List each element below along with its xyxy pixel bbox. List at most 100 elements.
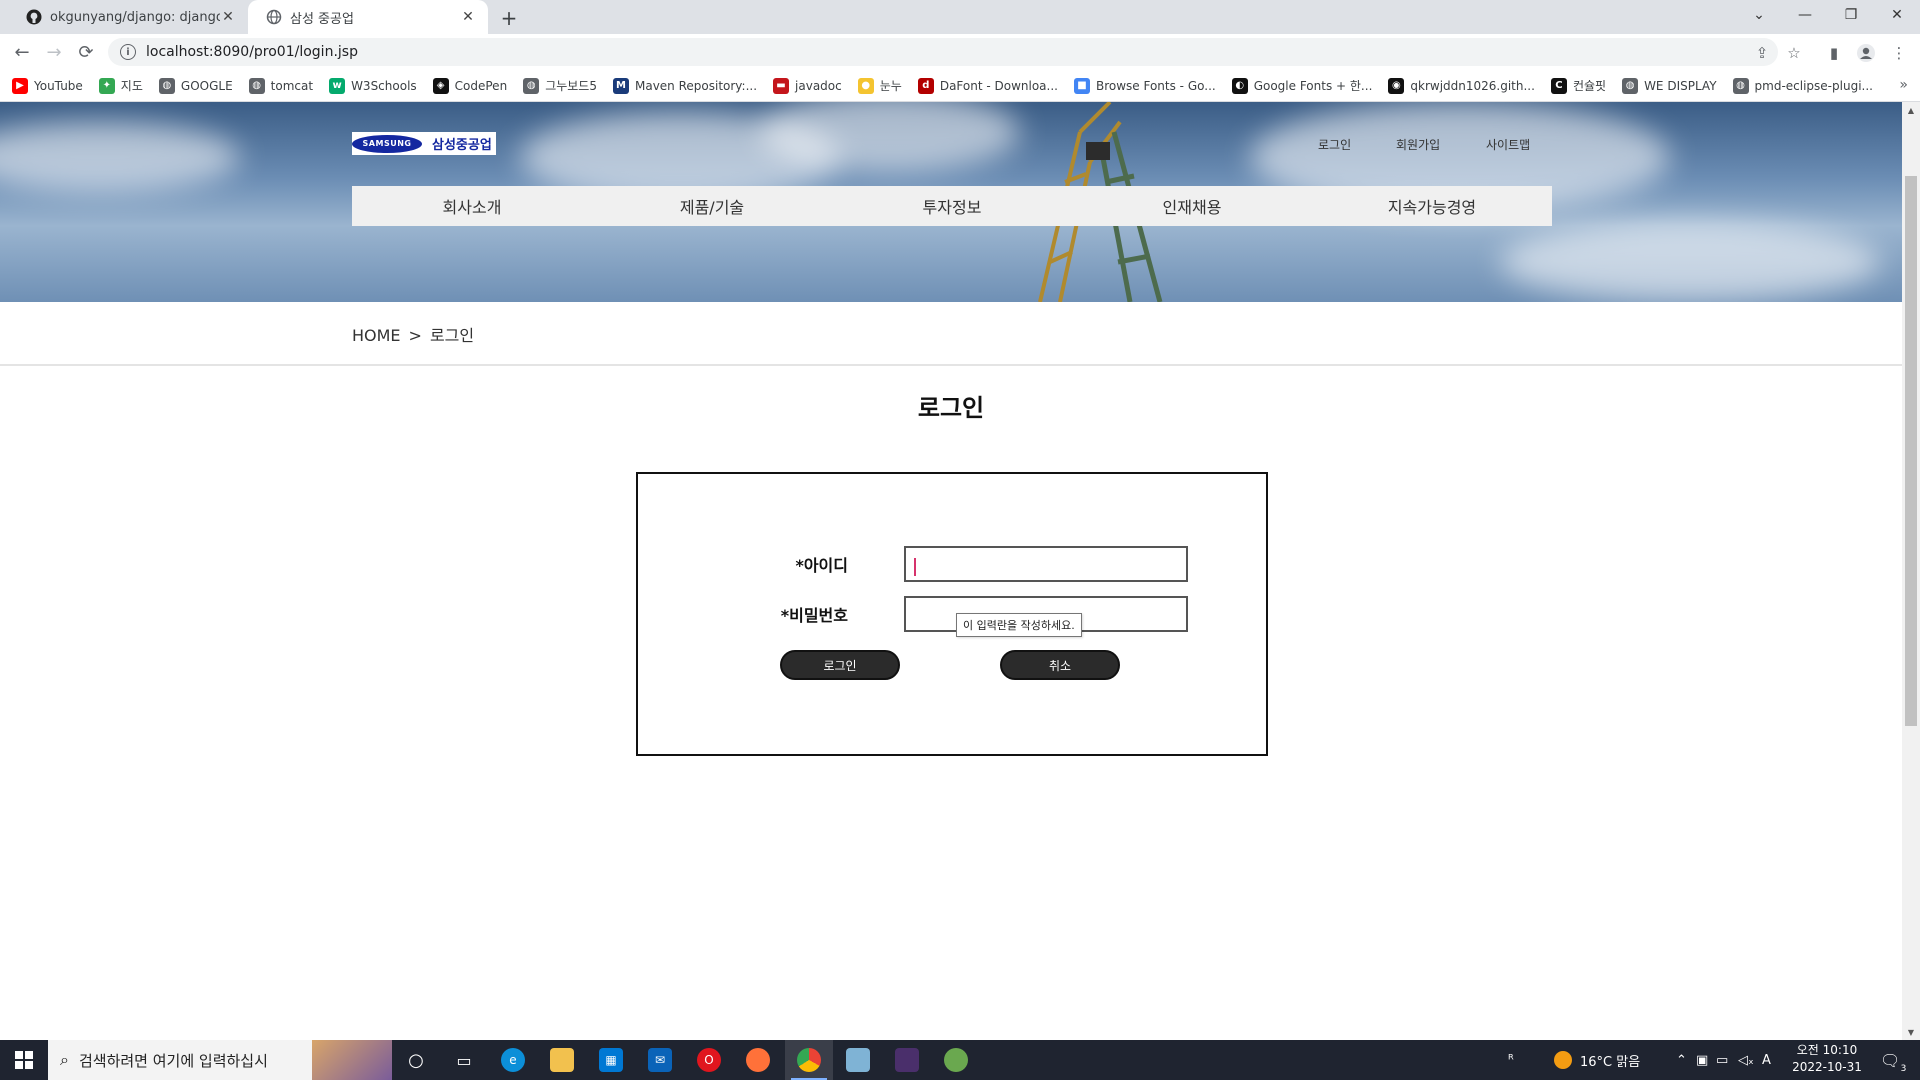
windows-start-icon[interactable]: [0, 1040, 48, 1080]
menu-icon[interactable]: ⋮: [1888, 42, 1910, 64]
task-view-icon[interactable]: ▭: [452, 1048, 476, 1072]
github-icon: [26, 9, 42, 25]
bookmark-label: qkrwjddn1026.gith...: [1410, 78, 1535, 93]
bookmark-item[interactable]: ◍ 그누보드5: [523, 77, 597, 94]
close-icon[interactable]: ✕: [460, 9, 476, 25]
reload-icon[interactable]: ⟳: [74, 40, 98, 64]
bookmark-label: 지도: [120, 79, 143, 93]
bookmark-item[interactable]: ● 눈누: [857, 77, 902, 94]
scroll-thumb[interactable]: [1905, 176, 1917, 726]
scroll-up-arrow-icon[interactable]: ▲: [1902, 102, 1920, 118]
network-icon[interactable]: ▭: [1716, 1040, 1728, 1080]
meet-now-icon[interactable]: ▣: [1696, 1040, 1708, 1080]
bookmark-item[interactable]: ◍ tomcat: [248, 77, 313, 94]
breadcrumb-separator: >: [408, 326, 422, 345]
people-icon[interactable]: ᴿ: [1508, 1040, 1514, 1080]
tab-title: 삼성 중공업: [290, 11, 354, 27]
restore-button[interactable]: ❐: [1828, 0, 1874, 30]
store-icon[interactable]: ▦: [599, 1048, 623, 1072]
cortana-icon[interactable]: ○: [404, 1048, 428, 1072]
id-label: *아이디: [795, 556, 848, 575]
google-fonts-icon: ■: [1073, 77, 1090, 94]
window-close-button[interactable]: ✕: [1874, 0, 1920, 30]
tab-github[interactable]: okgunyang/django: django boo ✕: [8, 0, 248, 34]
page-scrollbar[interactable]: ▲ ▼: [1902, 102, 1920, 1040]
notepad-icon[interactable]: [846, 1048, 870, 1072]
bookmark-label: Google Fonts + 한...: [1253, 79, 1373, 93]
system-clock[interactable]: 오전 10:10 2022-10-31: [1782, 1042, 1872, 1076]
util-sitemap-link[interactable]: 사이트맵: [1486, 136, 1530, 153]
bookmark-item[interactable]: w W3Schools: [329, 77, 417, 94]
nav-item-careers[interactable]: 인재채용: [1072, 186, 1312, 226]
side-panel-icon[interactable]: ▮: [1823, 42, 1845, 64]
nav-item-sustainability[interactable]: 지속가능경영: [1312, 186, 1552, 226]
bookmark-item[interactable]: ◐ Google Fonts + 한...: [1231, 77, 1373, 94]
taskbar-search-box[interactable]: ⌕ 검색하려면 여기에 입력하십시: [48, 1040, 392, 1080]
address-bar[interactable]: i localhost:8090/pro01/login.jsp: [108, 38, 1778, 66]
bookmark-item[interactable]: ■ Browse Fonts - Go...: [1073, 77, 1216, 94]
ime-indicator[interactable]: A: [1762, 1040, 1771, 1080]
notification-center-icon[interactable]: 🗨 3: [1880, 1040, 1906, 1080]
profile-icon[interactable]: [1855, 42, 1877, 64]
volume-muted-icon[interactable]: ◁ₓ: [1738, 1040, 1754, 1080]
browser-toolbar: ← → ⟳ i localhost:8090/pro01/login.jsp ⇪…: [0, 34, 1920, 70]
bookmark-label: Maven Repository:...: [634, 78, 758, 93]
share-icon[interactable]: ⇪: [1751, 42, 1773, 64]
bookmark-star-icon[interactable]: ☆: [1783, 42, 1805, 64]
chrome-icon[interactable]: [797, 1048, 821, 1072]
nav-item-investor[interactable]: 투자정보: [832, 186, 1072, 226]
opera-icon[interactable]: O: [697, 1048, 721, 1072]
sun-icon: [1554, 1051, 1572, 1069]
login-button[interactable]: 로그인: [780, 650, 900, 680]
scroll-down-arrow-icon[interactable]: ▼: [1902, 1024, 1920, 1040]
bookmark-item[interactable]: C 컨슐핏: [1550, 77, 1606, 94]
eclipse-icon[interactable]: [895, 1048, 919, 1072]
cancel-button[interactable]: 취소: [1000, 650, 1120, 680]
mail-icon[interactable]: ✉: [648, 1048, 672, 1072]
nav-item-products[interactable]: 제품/기술: [592, 186, 832, 226]
bookmark-item[interactable]: ◉ qkrwjddn1026.gith...: [1388, 77, 1535, 94]
bookmark-item[interactable]: ▶ YouTube: [12, 77, 83, 94]
cloud-decoration: [1500, 222, 1880, 302]
forward-icon[interactable]: →: [42, 40, 66, 64]
paint-icon[interactable]: [944, 1048, 968, 1072]
bookmark-item[interactable]: ◈ CodePen: [432, 77, 508, 94]
show-hidden-icons[interactable]: ⌃: [1676, 1040, 1687, 1080]
bookmark-item[interactable]: ◍ pmd-eclipse-plugi...: [1732, 77, 1873, 94]
login-form: *아이디 *비밀번호 이 입력란을 작성하세요. 로그인 취소: [636, 472, 1268, 756]
file-explorer-icon[interactable]: [550, 1048, 574, 1072]
samsung-logo[interactable]: SAMSUNG 삼성중공업: [352, 132, 496, 155]
bookmark-label: pmd-eclipse-plugi...: [1754, 78, 1873, 93]
bookmark-item[interactable]: d DaFont - Downloa...: [917, 77, 1058, 94]
nav-item-company[interactable]: 회사소개: [352, 186, 592, 226]
tab-strip: okgunyang/django: django boo ✕ 삼성 중공업 ✕ …: [0, 0, 1920, 34]
bookmark-item[interactable]: M Maven Repository:...: [612, 77, 758, 94]
minimize-button[interactable]: —: [1782, 0, 1828, 30]
bookmark-label: 눈누: [879, 79, 902, 93]
more-bookmarks-icon[interactable]: »: [1899, 77, 1908, 93]
bookmark-item[interactable]: ▬ javadoc: [773, 77, 842, 94]
globe-icon: ◍: [248, 77, 265, 94]
bookmark-item[interactable]: ✦ 지도: [98, 77, 143, 94]
new-tab-button[interactable]: +: [496, 5, 522, 31]
bookmark-item[interactable]: ◍ WE DISPLAY: [1622, 77, 1717, 94]
github-icon: ◉: [1388, 77, 1405, 94]
id-input[interactable]: [904, 546, 1188, 582]
clock-date: 2022-10-31: [1792, 1060, 1862, 1074]
weather-text: 16°C 맑음: [1580, 1054, 1641, 1070]
tab-search-icon[interactable]: ⌄: [1736, 0, 1782, 30]
close-icon[interactable]: ✕: [220, 9, 236, 25]
site-info-icon[interactable]: i: [120, 44, 136, 60]
breadcrumb-home[interactable]: HOME: [352, 326, 401, 345]
firefox-icon[interactable]: [746, 1048, 770, 1072]
util-login-link[interactable]: 로그인: [1318, 136, 1351, 153]
bookmark-item[interactable]: ◍ GOOGLE: [158, 77, 233, 94]
weather-widget[interactable]: 16°C 맑음: [1554, 1040, 1640, 1080]
tab-samsung[interactable]: 삼성 중공업 ✕: [248, 0, 488, 34]
edge-icon[interactable]: e: [501, 1048, 525, 1072]
back-icon[interactable]: ←: [10, 40, 34, 64]
bookmark-label: CodePen: [454, 78, 508, 93]
util-signup-link[interactable]: 회원가입: [1396, 136, 1440, 153]
bookmark-label: javadoc: [795, 78, 842, 93]
page-viewport: SAMSUNG 삼성중공업 로그인 회원가입 사이트맵 회사소개 제품/기술 투…: [0, 102, 1902, 1040]
